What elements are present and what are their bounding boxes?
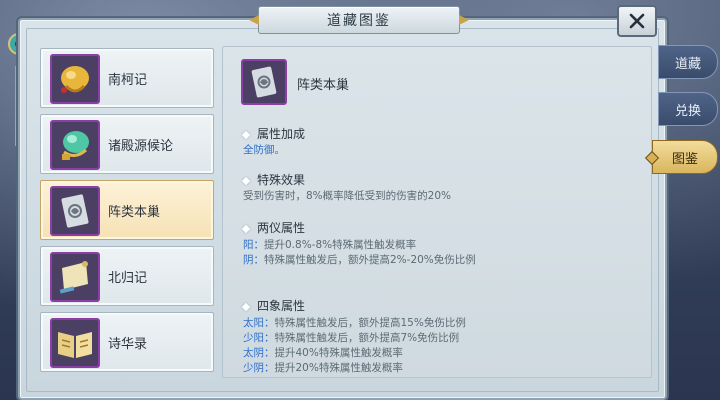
- list-item-beigui[interactable]: 北归记: [40, 246, 214, 306]
- tab-tujian[interactable]: 图鉴: [652, 140, 718, 174]
- paper-scroll-icon: [50, 252, 100, 302]
- list-item-label: 诸殿源候论: [108, 139, 174, 154]
- sixiang-line-taiyang: 太阳：特殊属性触发后，额外提高15%免伤比例: [243, 317, 466, 329]
- sixiang-line-taiyin: 太阴：提升40%特殊属性触发概率: [243, 347, 403, 359]
- detail-panel: 阵类本巢 属性加成 全防御。 特殊效果 受到伤害时，8%概率降低受到的伤害的20…: [222, 46, 652, 378]
- section-special-title: 特殊效果: [241, 171, 305, 188]
- list-item-zhudian[interactable]: 诸殿源候论: [40, 114, 214, 174]
- liangyi-line-yang: 阳：提升0.8%-8%特殊属性触发概率: [243, 239, 417, 251]
- diamond-bullet-icon: [241, 224, 251, 233]
- sixiang-line-shaoyin: 少阴：提升20%特殊属性触发概率: [243, 362, 403, 374]
- list-item-label: 阵类本巢: [108, 205, 161, 220]
- list-item-label: 诗华录: [108, 337, 148, 352]
- title-plaque: 道藏图鉴: [249, 6, 469, 34]
- sixiang-line-shaoyang: 少阳：特殊属性触发后，额外提高7%免伤比例: [243, 332, 460, 344]
- tab-label: 图鉴: [671, 151, 698, 167]
- talisman-tablet-icon: [241, 59, 287, 105]
- close-icon: [629, 13, 645, 29]
- item-list: 南柯记 诸殿源候论 阵类本巢 北归记 诗华录: [40, 48, 214, 374]
- tab-label: 道藏: [674, 56, 701, 72]
- list-item-nanke[interactable]: 南柯记: [40, 48, 214, 108]
- list-item-shihua[interactable]: 诗华录: [40, 312, 214, 372]
- liangyi-line-yin: 阴：特殊属性触发后，额外提高2%-20%免伤比例: [243, 254, 476, 266]
- open-book-icon: [50, 318, 100, 368]
- golden-scroll-icon: [50, 54, 100, 104]
- attr-bonus-value: 全防御。: [243, 144, 285, 156]
- section-liangyi-title: 两仪属性: [241, 219, 305, 236]
- section-sixiang-title: 四象属性: [241, 297, 305, 314]
- close-button[interactable]: [617, 5, 657, 37]
- list-item-label: 北归记: [108, 271, 148, 286]
- diamond-bullet-icon: [241, 176, 251, 185]
- tab-duihuan[interactable]: 兑换: [658, 92, 718, 126]
- special-effect-text: 受到伤害时，8%概率降低受到的伤害的20%: [243, 190, 451, 202]
- list-item-label: 南柯记: [108, 73, 148, 88]
- talisman-tablet-icon: [50, 186, 100, 236]
- tab-label: 兑换: [674, 103, 701, 119]
- jade-scroll-icon: [50, 120, 100, 170]
- window-title: 道藏图鉴: [327, 13, 391, 29]
- list-item-zhenlei[interactable]: 阵类本巢: [40, 180, 214, 240]
- diamond-bullet-icon: [241, 302, 251, 311]
- diamond-bullet-icon: [241, 130, 251, 139]
- section-attr-bonus-title: 属性加成: [241, 125, 305, 142]
- tab-daozang[interactable]: 道藏: [658, 45, 718, 79]
- detail-item-name: 阵类本巢: [297, 78, 350, 93]
